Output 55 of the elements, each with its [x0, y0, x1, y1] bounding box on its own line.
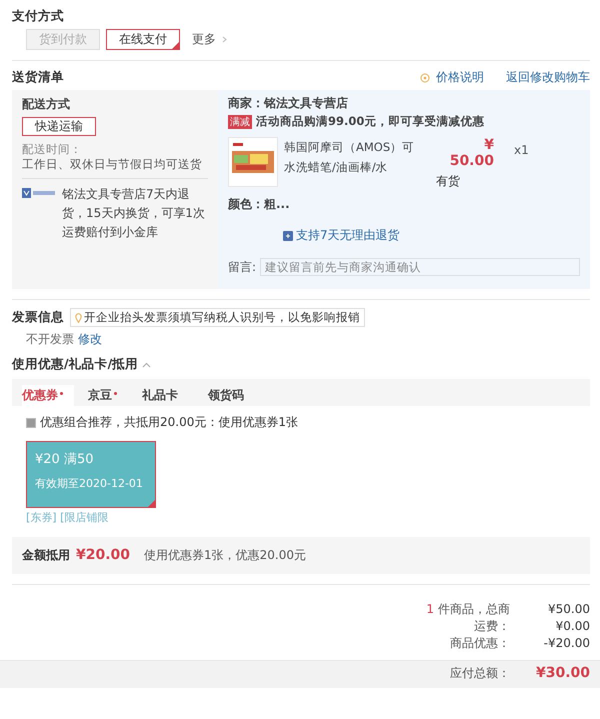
discount-tab[interactable]: 领货码 — [208, 385, 260, 406]
promo-tag: 满减 — [228, 114, 252, 128]
payable-label: 应付总额： — [450, 665, 510, 682]
total-label: 商品优惠： — [450, 636, 510, 650]
currency-symbol: ¥ — [483, 137, 494, 153]
coupon-validity: 有效期至2020-12-01 — [35, 476, 144, 491]
payment-option[interactable]: 在线支付 — [106, 29, 180, 50]
return-icon — [283, 230, 293, 240]
section-title: 使用优惠/礼品卡/抵用 — [12, 356, 138, 373]
total-value: ¥50.00 — [547, 601, 590, 618]
discount-tab[interactable]: 京豆 — [88, 385, 128, 406]
stock-status: 有货 — [435, 173, 461, 190]
product-title[interactable]: 韩国阿摩司（AMOS）可水洗蜡笔/油画棒/水 — [284, 137, 418, 177]
section-title: 送货清单 — [12, 69, 64, 86]
total-value: ¥0.00 — [554, 618, 590, 635]
discount-tab[interactable]: 礼品卡 — [142, 385, 194, 406]
invoice-tip: 开企业抬头发票须填写纳税人识别号，以免影响报销 — [84, 310, 360, 325]
coupon-amount: ¥20 满50 — [35, 451, 94, 468]
shop-name: 商家：铭法文具专营店 — [228, 95, 349, 112]
discount-tab[interactable]: 优惠券 — [22, 385, 74, 406]
invoice-value: 不开发票 — [26, 331, 74, 348]
guarantee-icon — [22, 188, 56, 198]
coupon-tags: [东券] [限店铺限 — [26, 510, 576, 525]
total-label: 运费： — [474, 619, 510, 633]
delivery-time-label: 配送时间： — [22, 142, 83, 157]
edit-link[interactable]: 修改 — [78, 331, 102, 348]
delivery-time: 工作日、双休日与节假日均可送货 — [22, 157, 208, 179]
total-value: -¥20.00 — [542, 635, 590, 652]
collapse-icon[interactable] — [142, 362, 152, 368]
guarantee-text: 铭法文具专营店7天内退货，15天内换货，可享1次运费赔付到小金库 — [62, 186, 206, 241]
price-note-link[interactable]: 价格说明 — [436, 69, 484, 86]
product-price: 50.00 — [448, 153, 494, 169]
back-to-cart-link[interactable]: 返回修改购物车 — [506, 69, 590, 86]
discount-label: 金额抵用 — [22, 547, 70, 564]
recommend-text: 优惠组合推荐，共抵用20.00元：使用优惠券1张 — [40, 414, 298, 431]
promo-text: 活动商品购满99.00元，即可享受满减优惠 — [256, 114, 484, 129]
payable-amount: ¥30.00 — [534, 665, 590, 682]
note-label: 留言: — [228, 258, 256, 276]
item-count: 1 — [426, 602, 434, 616]
shipping-option[interactable]: 快递运输 — [22, 117, 96, 136]
pin-icon — [75, 312, 82, 322]
note-field[interactable]: 建议留言前先与商家沟通确认 — [260, 258, 580, 276]
return-policy: 支持7天无理由退货 — [296, 227, 400, 244]
info-icon — [420, 72, 430, 82]
shipping-title: 配送方式 — [22, 96, 71, 113]
more-link[interactable]: 更多 — [192, 31, 216, 48]
product-variant: 颜色：粗... — [228, 196, 291, 213]
chevron-icon — [222, 36, 227, 43]
quantity: x1 — [514, 143, 529, 157]
total-label: 件商品，总商 — [438, 602, 510, 616]
checkbox[interactable] — [26, 418, 36, 428]
section-title: 发票信息 — [12, 309, 64, 326]
discount-summary: 使用优惠券1张，优惠20.00元 — [144, 547, 306, 564]
discount-amount: ¥20.00 — [76, 547, 130, 563]
section-title: 支付方式 — [12, 8, 65, 25]
